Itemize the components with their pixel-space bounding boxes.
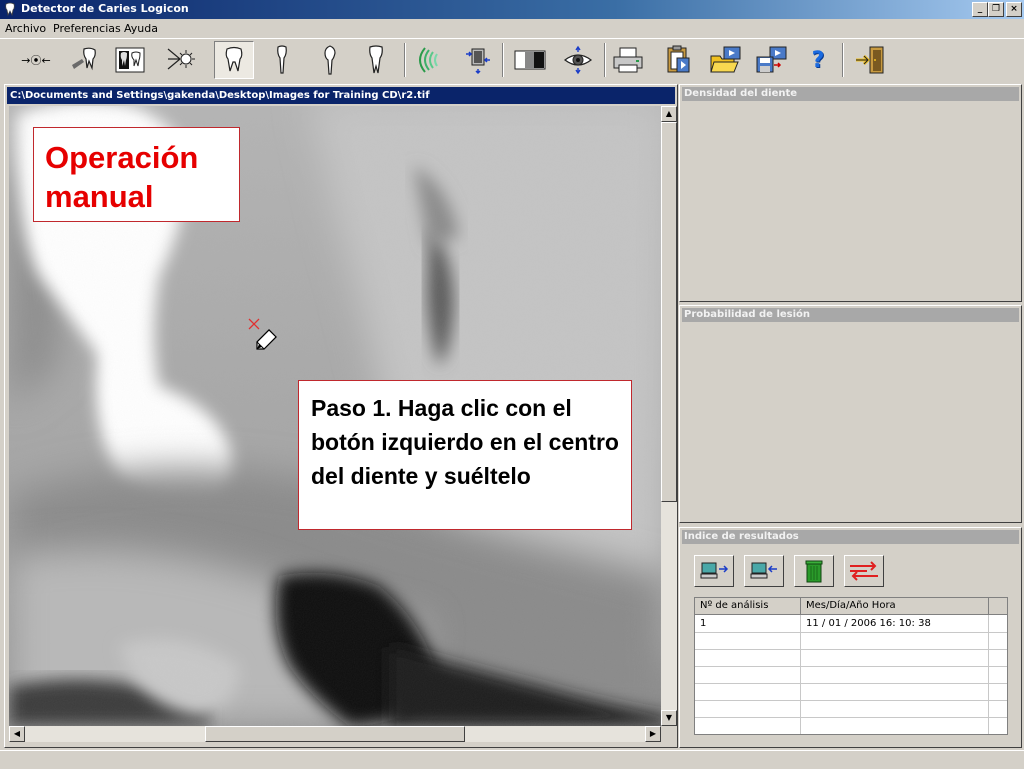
green-waves-button[interactable] (406, 41, 446, 79)
toolbar: →⦿← ? (0, 38, 1024, 81)
help-button[interactable]: ? (798, 41, 838, 79)
row-divider (695, 632, 1007, 633)
row-divider (695, 717, 1007, 718)
clipboard-button[interactable] (658, 41, 698, 79)
horizontal-scrollbar[interactable]: ◀ ▶ (9, 726, 661, 742)
contrast-button[interactable] (510, 41, 550, 79)
row-divider (695, 666, 1007, 667)
image-transfer-icon (466, 48, 490, 75)
probability-panel-title: Probabilidad de lesión (682, 308, 1019, 322)
trash-icon (805, 560, 823, 583)
printer-icon (613, 47, 643, 73)
eye-magnify-icon (564, 45, 592, 75)
tooth-incisor-icon (277, 45, 287, 74)
import-computer-icon (750, 562, 777, 579)
tooth-canine-button[interactable] (310, 41, 350, 79)
image-transfer-button[interactable] (458, 41, 498, 79)
import-results-button[interactable] (744, 555, 784, 587)
scroll-left-button[interactable]: ◀ (9, 726, 25, 742)
step-instruction-text: Paso 1. Haga clic con el botón izquierdo… (311, 395, 619, 489)
contrast-icon (514, 50, 546, 70)
image-path-caption: C:\Documents and Settings\gakenda\Deskto… (7, 87, 675, 104)
probability-panel: Probabilidad de lesión (679, 305, 1022, 523)
density-panel-title: Densidad del diente (682, 87, 1019, 101)
tooth-pair-icon (115, 47, 145, 73)
scroll-up-button[interactable]: ▲ (661, 106, 677, 122)
tooth-premolar-icon (369, 45, 383, 74)
status-bar (0, 750, 1024, 769)
window-title: Detector de Caries Logicon (21, 2, 189, 15)
vertical-scrollbar[interactable]: ▲ ▼ (661, 106, 677, 726)
help-icon: ? (811, 47, 825, 73)
exit-door-icon (856, 46, 884, 74)
tooth-molar-button[interactable] (214, 41, 254, 79)
transfer-arrows-icon (850, 561, 878, 581)
toolbar-separator (502, 43, 504, 77)
export-results-button[interactable] (694, 555, 734, 587)
vertical-scroll-thumb[interactable] (661, 122, 677, 502)
arrow-adjust-icon: →⦿← (21, 54, 51, 67)
toolbar-separator (604, 43, 606, 77)
save-export-button[interactable] (752, 41, 792, 79)
title-bar[interactable]: Detector de Caries Logicon _ ❐ × (0, 0, 1024, 19)
tooth-pliers-button[interactable] (64, 41, 104, 79)
tooth-pair-button[interactable] (110, 41, 150, 79)
tooth-pliers-icon (72, 47, 96, 71)
column-header-analysis-number[interactable]: Nº de análisis (695, 598, 801, 615)
horizontal-scroll-thumb[interactable] (205, 726, 465, 742)
tooth-molar-icon (225, 46, 243, 72)
delete-results-button[interactable] (794, 555, 834, 587)
tooth-incisor-button[interactable] (262, 41, 302, 79)
analysis-number-cell: 1 (700, 618, 707, 629)
print-button[interactable] (608, 41, 648, 79)
tooth-canine-icon (324, 45, 336, 75)
results-panel-title: Indice de resultados (682, 530, 1019, 544)
menu-archivo[interactable]: Archivo (5, 22, 46, 35)
close-button[interactable]: × (1006, 2, 1022, 17)
save-export-icon (756, 46, 787, 73)
menu-ayuda[interactable]: Ayuda (124, 22, 158, 35)
column-header-date-time[interactable]: Mes/Día/Año Hora (801, 598, 989, 615)
manual-operation-callout: Operación manual (33, 127, 240, 222)
light-beam-button[interactable] (162, 41, 202, 79)
scroll-right-button[interactable]: ▶ (645, 726, 661, 742)
menu-preferencias[interactable]: Preferencias (53, 22, 121, 35)
folder-open-button[interactable] (706, 41, 746, 79)
arrow-adjust-button[interactable]: →⦿← (16, 41, 56, 79)
density-panel: Densidad del diente (679, 84, 1022, 302)
menu-bar: Archivo Preferencias Ayuda (0, 19, 1024, 37)
callout-title-line1: Operación (45, 140, 199, 175)
row-divider (695, 649, 1007, 650)
folder-open-icon (710, 46, 741, 73)
eye-magnify-button[interactable] (558, 41, 598, 79)
scroll-down-button[interactable]: ▼ (661, 710, 677, 726)
exit-button[interactable] (850, 41, 890, 79)
results-table[interactable]: Nº de análisis Mes/Día/Año Hora 1 11 / 0… (694, 597, 1008, 735)
clipboard-icon (667, 45, 690, 73)
transfer-results-button[interactable] (844, 555, 884, 587)
row-divider (695, 700, 1007, 701)
step-instruction-callout: Paso 1. Haga clic con el botón izquierdo… (298, 380, 632, 530)
minimize-button[interactable]: _ (972, 2, 988, 17)
date-time-cell: 11 / 01 / 2006 16: 10: 38 (806, 618, 931, 629)
column-header-blank (989, 598, 1007, 615)
green-waves-icon (419, 47, 438, 73)
export-computer-icon (700, 562, 729, 579)
light-beam-icon (167, 48, 195, 70)
tooth-premolar-button[interactable] (356, 41, 396, 79)
callout-title-line2: manual (45, 179, 154, 214)
app-tooth-icon (5, 2, 15, 16)
toolbar-separator (842, 43, 844, 77)
restore-button[interactable]: ❐ (988, 2, 1004, 17)
row-divider (695, 683, 1007, 684)
